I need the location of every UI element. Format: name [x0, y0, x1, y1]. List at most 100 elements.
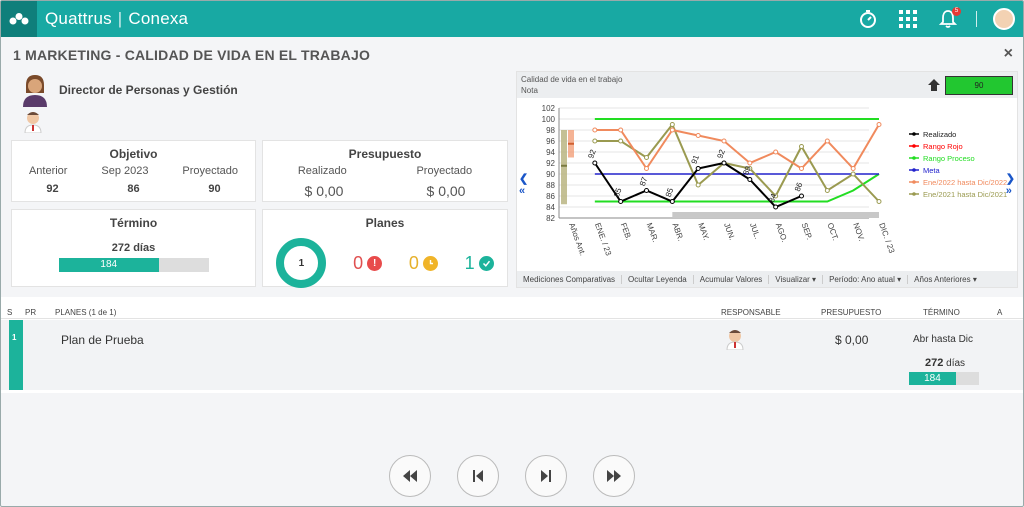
x-tick-label: FEB.	[619, 222, 634, 242]
row-days: 272 días	[925, 357, 965, 369]
plans-card: Planes 1 0 ! 0 1	[262, 209, 508, 288]
plans-done[interactable]: 1	[465, 253, 494, 274]
row-days-unit: días	[946, 358, 966, 369]
series-2021-line-point	[695, 182, 701, 188]
col-responsible[interactable]: RESPONSABLE	[721, 308, 781, 317]
row-progress-fill: 184	[909, 372, 956, 385]
y-tick-label: 96	[546, 137, 555, 146]
col-a[interactable]: A	[997, 308, 1002, 317]
budget-val-realized: $ 0,00	[304, 183, 344, 199]
last-page-icon[interactable]	[593, 455, 635, 497]
app-logo-icon[interactable]	[1, 1, 37, 37]
legend-marker	[912, 168, 916, 172]
toolbar-hide-legend[interactable]: Ocultar Leyenda	[622, 274, 694, 284]
responsible-name: Director de Personas y Gestión	[59, 83, 238, 97]
plans-total-donut[interactable]: 1	[276, 238, 327, 288]
realized-data-label: 92	[586, 148, 598, 160]
pager	[389, 455, 635, 497]
chart-header: Calidad de vida en el trabajo Nota 90	[517, 72, 1017, 98]
chart-next-arrow[interactable]: ❯»	[1006, 172, 1015, 197]
y-tick-label: 102	[542, 104, 556, 113]
series-2022-line	[594, 123, 880, 171]
home-icon[interactable]	[927, 78, 941, 92]
chart-prev-arrow[interactable]: ❮ «	[519, 172, 528, 197]
objective-title: Objetivo	[109, 147, 158, 161]
objective-col-anterior: Anterior	[28, 165, 68, 177]
series-2022-line-point	[592, 127, 598, 133]
x-tick-label: MAY.	[696, 222, 711, 242]
y-tick-label: 100	[542, 115, 556, 124]
budget-val-projected: $ 0,00	[426, 183, 466, 199]
term-progress-fill: 184	[58, 258, 159, 272]
y-tick-label: 92	[546, 159, 555, 168]
series-2021-line-point	[644, 155, 649, 160]
y-tick-label: 94	[546, 148, 555, 157]
objective-val-anterior: 92	[46, 183, 59, 195]
realized-line-point	[618, 199, 624, 204]
legend-label: Rango Rojo	[923, 142, 963, 151]
realized-data-label: 86	[793, 181, 805, 193]
legend-label: Meta	[923, 166, 941, 175]
x-tick-label: JUN.	[722, 222, 737, 242]
series-2021-line-point	[799, 144, 804, 149]
legend-marker	[912, 132, 916, 136]
table-row[interactable]: 1 Plan de Prueba $ 0,00 Abr hasta Dic 27…	[1, 320, 1023, 390]
director-avatar	[23, 75, 47, 107]
prev-page-icon[interactable]	[457, 455, 499, 497]
x-tick-label: SEP.	[800, 222, 814, 241]
future-period-band	[672, 212, 879, 218]
row-plan-name[interactable]: Plan de Prueba	[61, 333, 144, 347]
y-tick-label: 98	[546, 126, 555, 135]
realized-data-label: 92	[715, 148, 727, 160]
close-icon[interactable]: ×	[1004, 45, 1013, 63]
objective-col-projected: Proyectado	[182, 165, 239, 177]
grid-apps-icon[interactable]	[896, 7, 920, 31]
series-2021-line-point	[592, 138, 598, 144]
series-2022-line-point	[876, 122, 882, 127]
series-2022-line-point	[721, 138, 727, 144]
col-budget[interactable]: PRESUPUESTO	[821, 308, 881, 317]
term-days: 272 días	[111, 242, 156, 254]
plans-done-count: 1	[464, 252, 475, 273]
chart-subtitle: Nota	[521, 86, 538, 95]
plans-overdue[interactable]: 0 !	[353, 253, 383, 274]
bell-icon[interactable]: 5	[936, 7, 961, 31]
toolbar-period[interactable]: Período: Ano atual ▾	[823, 274, 909, 284]
series-2022-line-point	[618, 127, 624, 133]
term-progress: 184	[58, 258, 209, 272]
realized-line-point	[799, 193, 804, 199]
toolbar-visualize[interactable]: Visualizar ▾	[769, 274, 824, 284]
series-2022-line-point	[799, 166, 804, 171]
app-brand: Quattrus | Conexa	[45, 9, 188, 29]
first-page-icon[interactable]	[389, 455, 431, 497]
notification-badge: 5	[952, 7, 961, 16]
realized-line-point	[773, 204, 779, 210]
user-avatar[interactable]	[993, 8, 1015, 30]
legend-marker	[912, 180, 916, 184]
col-plans[interactable]: PLANES (1 de 1)	[55, 308, 116, 317]
check-icon	[478, 255, 494, 271]
term-card: Término 272 días 184	[11, 209, 256, 287]
page-title: 1 MARKETING - CALIDAD DE VIDA EN EL TRAB…	[13, 47, 371, 63]
series-2022-line-point	[824, 138, 830, 144]
toolbar-accumulate[interactable]: Acumular Valores	[694, 274, 770, 284]
col-s[interactable]: S	[7, 308, 12, 317]
plans-pending[interactable]: 0	[409, 253, 438, 274]
term-title: Término	[109, 216, 158, 230]
series-2022-line-point	[747, 160, 753, 166]
next-page-icon[interactable]	[525, 455, 567, 497]
realized-line-point	[695, 166, 701, 171]
col-pr[interactable]: PR	[25, 308, 36, 317]
brand-name: Quattrus	[45, 9, 112, 28]
col-term[interactable]: TÉRMINO	[923, 308, 960, 317]
realized-line-point	[592, 160, 598, 166]
stopwatch-icon[interactable]	[856, 7, 880, 31]
toolbar-previous-years[interactable]: Años Anteriores ▾	[908, 275, 983, 284]
alert-icon: !	[367, 255, 383, 271]
objective-val-projected: 90	[208, 183, 221, 195]
series-2021-line-point	[824, 188, 830, 193]
realized-line-point	[644, 188, 649, 193]
x-tick-label: JUL.	[748, 222, 762, 241]
toolbar-comparative[interactable]: Mediciones Comparativas	[517, 274, 623, 284]
series-2021-line-point	[618, 138, 624, 144]
